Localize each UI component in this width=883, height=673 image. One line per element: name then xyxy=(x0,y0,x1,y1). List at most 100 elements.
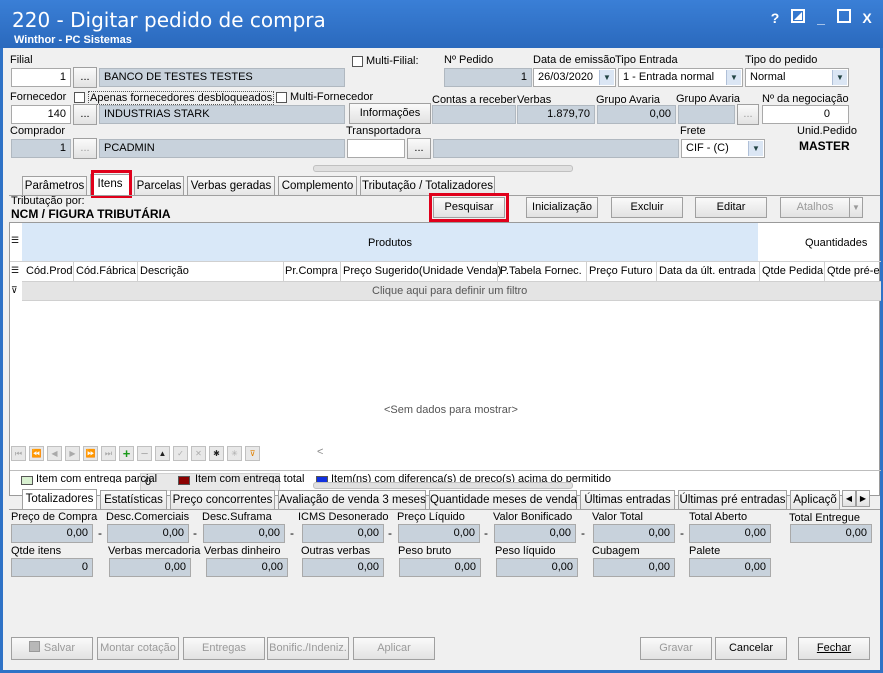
tipo-entrada-select[interactable]: 1 - Entrada normal ▼ xyxy=(618,68,743,87)
data-emissao-label: Data de emissão xyxy=(533,54,616,66)
legend-red-swatch xyxy=(178,476,190,485)
gravar-button[interactable]: Gravar xyxy=(640,637,712,660)
splitter-handle[interactable] xyxy=(313,165,573,172)
nav-filter-icon[interactable]: ⊽ xyxy=(245,446,260,461)
nav-last-page-icon[interactable]: ⏭ xyxy=(101,446,116,461)
column-chooser-icon[interactable]: ☰ xyxy=(11,235,19,246)
frete-select[interactable]: CIF - (C) ▼ xyxy=(681,139,765,158)
bottom-tab-divider xyxy=(9,509,880,510)
multi-fornecedor-checkbox[interactable] xyxy=(276,92,287,103)
filter-hint[interactable]: Clique aqui para definir um filtro xyxy=(372,285,527,297)
tab-preco-concorrentes[interactable]: Preço concorrentes xyxy=(170,490,275,509)
inicializacao-button[interactable]: Inicialização xyxy=(526,197,598,218)
nav-add-icon[interactable]: + xyxy=(119,446,134,461)
atalhos-button[interactable]: Atalhos xyxy=(780,197,850,218)
col-preco-sugerido[interactable]: Preço Sugerido(Unidade Venda) xyxy=(343,265,501,277)
filial-search-button[interactable]: ... xyxy=(73,67,97,88)
salvar-button[interactable]: Salvar xyxy=(11,637,93,660)
excluir-button[interactable]: Excluir xyxy=(611,197,683,218)
tributacao-label: Tributação por: xyxy=(11,195,85,207)
nav-prev-page-icon[interactable]: ⏪ xyxy=(29,446,44,461)
scroll-left-icon[interactable]: < xyxy=(317,446,323,458)
col-cod-fabrica[interactable]: Cód.Fábrica xyxy=(76,265,136,277)
tabs-scroll-left-icon[interactable]: ◀ xyxy=(842,490,856,507)
tab-avaliacao-venda[interactable]: Avaliação de venda 3 meses xyxy=(278,490,426,509)
maximize-icon[interactable] xyxy=(835,9,853,27)
entregas-button[interactable]: Entregas xyxy=(183,637,265,660)
col-descricao[interactable]: Descrição xyxy=(140,265,189,277)
negociacao-input[interactable]: 0 xyxy=(762,105,849,124)
tab-ultimas-pre-entradas[interactable]: Últimas pré entradas xyxy=(678,490,787,509)
comprador-label: Comprador xyxy=(10,125,66,137)
col-cod-prod[interactable]: Cód.Prod xyxy=(26,265,72,277)
informacoes-button[interactable]: Informações xyxy=(349,103,431,124)
data-emissao-input[interactable]: 26/03/2020 ▼ xyxy=(533,68,616,87)
nav-delete-icon[interactable]: − xyxy=(137,446,152,461)
frete-value: CIF - (C) xyxy=(686,142,729,154)
aplicar-button[interactable]: Aplicar xyxy=(353,637,435,660)
col-p-tabela[interactable]: P.Tabela Fornec. xyxy=(500,265,582,277)
total-value: 0,00 xyxy=(399,558,481,577)
column-chooser-icon-2[interactable]: ☰ xyxy=(11,265,19,276)
tab-parametros[interactable]: Parâmetros xyxy=(22,176,87,195)
tab-estatisticas[interactable]: Estatísticas xyxy=(100,490,167,509)
tab-totalizadores[interactable]: Totalizadores xyxy=(22,489,97,510)
tabs-scroll-right-icon[interactable]: ▶ xyxy=(856,490,870,507)
grupo-avaria-search-button[interactable]: ... xyxy=(737,104,759,125)
nav-prev-icon[interactable]: ◀ xyxy=(47,446,62,461)
nav-bookmark-icon[interactable]: ✳ xyxy=(227,446,242,461)
col-qtde-pre[interactable]: Qtde pré-e xyxy=(827,265,880,277)
fornecedor-code-input[interactable]: 140 xyxy=(11,105,71,124)
nav-refresh-icon[interactable]: ✱ xyxy=(209,446,224,461)
transportadora-code-input[interactable] xyxy=(347,139,405,158)
tab-aplicacoes[interactable]: Aplicaçõ xyxy=(790,490,840,509)
filial-code-input[interactable]: 1 xyxy=(11,68,71,87)
transportadora-search-button[interactable]: ... xyxy=(407,138,431,159)
chevron-down-icon[interactable]: ▼ xyxy=(599,70,614,85)
total-label: Qtde itens xyxy=(11,545,62,557)
col-data-ult-entrada[interactable]: Data da últ. entrada xyxy=(659,265,756,277)
nav-next-page-icon[interactable]: ⏩ xyxy=(83,446,98,461)
tab-quantidade-meses[interactable]: Quantidade meses de venda xyxy=(429,490,577,509)
total-value: 0,00 xyxy=(593,558,675,577)
comprador-name-field: PCADMIN xyxy=(99,139,345,158)
nav-post-icon[interactable]: ✓ xyxy=(173,446,188,461)
nav-next-icon[interactable]: ▶ xyxy=(65,446,80,461)
restore-icon[interactable] xyxy=(789,9,807,27)
fornecedor-search-button[interactable]: ... xyxy=(73,104,97,125)
nav-cancel-icon[interactable]: ✕ xyxy=(191,446,206,461)
col-pr-compra[interactable]: Pr.Compra xyxy=(285,265,338,277)
total-label: Palete xyxy=(689,545,721,557)
editar-button[interactable]: Editar xyxy=(695,197,767,218)
chevron-down-icon[interactable]: ▼ xyxy=(748,141,763,156)
tab-ultimas-entradas[interactable]: Últimas entradas xyxy=(580,490,675,509)
total-value: 0,00 xyxy=(109,558,191,577)
bonific-button[interactable]: Bonific./Indeniz. xyxy=(267,637,349,660)
title-bar: 220 - Digitar pedido de compra Winthor -… xyxy=(0,0,883,48)
nav-edit-icon[interactable]: ▲ xyxy=(155,446,170,461)
close-button[interactable]: X xyxy=(858,9,876,27)
nav-first-page-icon[interactable]: ⏮ xyxy=(11,446,26,461)
col-separator xyxy=(137,262,138,281)
tipo-pedido-select[interactable]: Normal ▼ xyxy=(745,68,849,87)
help-button[interactable]: ? xyxy=(766,9,784,27)
montar-cotacao-button[interactable]: Montar cotação xyxy=(97,637,179,660)
cancelar-button[interactable]: Cancelar xyxy=(715,637,787,660)
chevron-down-icon[interactable]: ▼ xyxy=(726,70,741,85)
atalhos-dropdown-icon[interactable]: ▼ xyxy=(849,197,863,218)
multi-filial-checkbox[interactable] xyxy=(352,56,363,67)
comprador-code-field: 1 xyxy=(11,139,71,158)
chevron-down-icon[interactable]: ▼ xyxy=(832,70,847,85)
apenas-desbloqueados-checkbox[interactable] xyxy=(74,92,85,103)
col-preco-futuro[interactable]: Preço Futuro xyxy=(589,265,653,277)
fechar-button[interactable]: Fechar xyxy=(798,637,870,660)
col-qtde-pedida[interactable]: Qtde Pedida xyxy=(762,265,823,277)
splitter-handle-2[interactable] xyxy=(313,482,573,489)
minimize-button[interactable]: _ xyxy=(812,9,830,27)
dash-separator: - xyxy=(388,526,392,540)
tab-verbas-geradas[interactable]: Verbas geradas xyxy=(187,176,275,195)
filter-icon[interactable]: ⊽ xyxy=(11,285,18,296)
tab-complemento[interactable]: Complemento xyxy=(278,176,357,195)
comprador-search-button[interactable]: ... xyxy=(73,138,97,159)
tab-parcelas[interactable]: Parcelas xyxy=(134,176,184,195)
